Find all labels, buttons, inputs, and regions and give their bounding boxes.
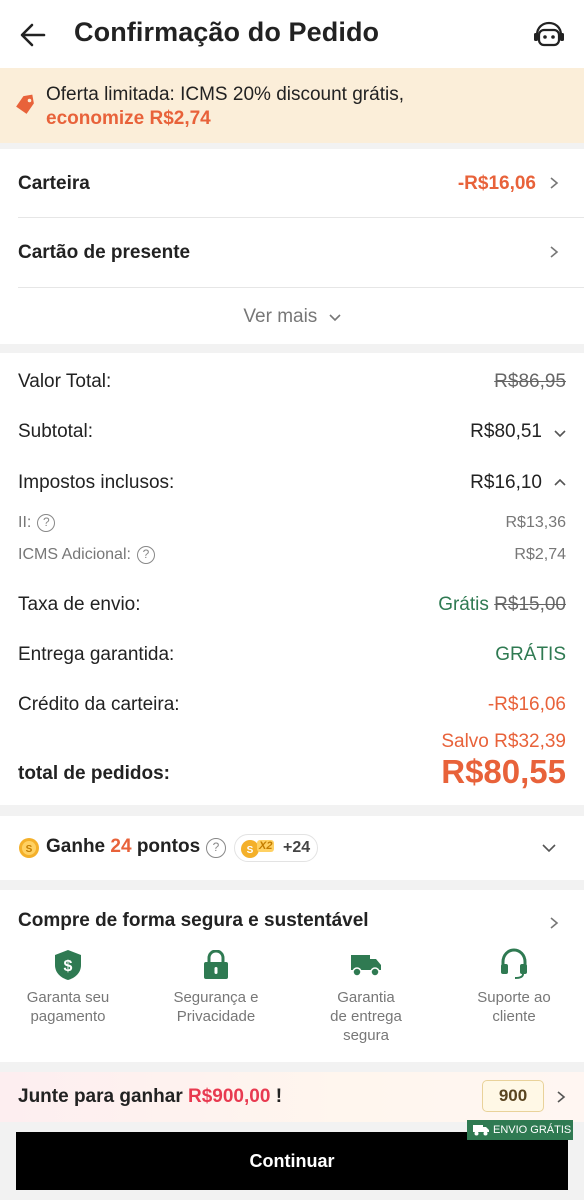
wallet-credit-value: -R$16,06 xyxy=(487,694,566,715)
help-icon[interactable]: ? xyxy=(136,546,155,564)
feature-label: pagamento xyxy=(30,1008,106,1025)
saved-text: Salvo R$32,39 xyxy=(441,731,566,752)
shipping-label: Taxa de envio: xyxy=(18,594,141,615)
help-icon[interactable]: ? xyxy=(206,838,226,858)
gift-card-row[interactable]: Cartão de presente xyxy=(0,218,584,286)
points-bonus: +24 xyxy=(283,839,311,856)
coin-icon: S xyxy=(19,838,39,858)
ii-value: R$13,36 xyxy=(505,514,567,531)
ii-label: II: xyxy=(18,514,32,532)
feature-privacy: Segurança e Privacidade xyxy=(143,946,289,1026)
chevron-down-icon[interactable] xyxy=(542,842,556,854)
feature-label: Segurança e xyxy=(173,989,259,1006)
coupon-badge: 900 xyxy=(482,1080,544,1112)
taxes-row[interactable]: Impostos inclusos: R$16,10 xyxy=(18,472,566,502)
feature-label: Suporte ao xyxy=(477,989,551,1006)
points-prefix: Ganhe xyxy=(46,836,106,857)
guaranteed-delivery-row: Entrega garantida: GRÁTIS xyxy=(18,644,566,674)
feature-label: Garanta seu xyxy=(26,989,110,1006)
chevron-right-icon xyxy=(550,246,559,258)
svg-text:S: S xyxy=(26,844,33,855)
shipping-row: Taxa de envio: Grátis R$15,00 xyxy=(18,594,566,624)
join-suffix: ! xyxy=(275,1086,283,1107)
feature-support: Suporte ao cliente xyxy=(441,946,584,1026)
price-tag-icon xyxy=(16,94,34,114)
subtotal-label: Subtotal: xyxy=(18,421,93,442)
shipping-original: R$15,00 xyxy=(494,594,566,615)
feature-label: Garantia xyxy=(337,989,395,1006)
feature-label: de entrega xyxy=(330,1008,402,1025)
continue-button[interactable]: Continuar xyxy=(16,1132,568,1190)
points-suffix: pontos xyxy=(136,836,201,857)
chevron-right-icon xyxy=(550,177,559,189)
join-to-earn-banner[interactable]: Junte para ganhar R$900,00 ! 900 xyxy=(0,1072,584,1122)
wallet-credit-row: Crédito da carteira: -R$16,06 xyxy=(18,694,566,724)
page-title: Confirmação do Pedido xyxy=(74,17,380,47)
wallet-row[interactable]: Carteira -R$16,06 xyxy=(0,149,584,217)
see-more-button[interactable]: Ver mais xyxy=(0,306,584,328)
icms-tax-row: ICMS Adicional:? R$2,74 xyxy=(18,546,566,576)
wallet-value: -R$16,06 xyxy=(457,173,536,194)
taxes-value: R$16,10 xyxy=(470,472,542,493)
points-count: 24 xyxy=(110,836,132,857)
guaranteed-label: Entrega garantida: xyxy=(18,644,175,665)
wallet-credit-label: Crédito da carteira: xyxy=(18,694,180,715)
see-more-label: Ver mais xyxy=(243,306,318,327)
chevron-right-icon[interactable] xyxy=(556,1091,566,1103)
points-badge: S X2 +24 xyxy=(234,834,318,862)
total-value-row: Valor Total: R$86,95 xyxy=(18,371,566,401)
free-shipping-label: ENVIO GRÁTIS xyxy=(493,1124,572,1136)
help-icon[interactable]: ? xyxy=(37,514,56,532)
top-bar: Confirmação do Pedido xyxy=(0,0,584,68)
points-card[interactable]: S Ganhe 24 pontos ? S X2 +24 xyxy=(0,816,584,880)
chevron-up-icon[interactable] xyxy=(554,477,566,489)
points-multiplier: X2 xyxy=(257,840,275,852)
payment-options-card: Carteira -R$16,06 Cartão de presente Ver… xyxy=(0,149,584,344)
chevron-down-icon xyxy=(329,314,341,322)
icms-label: ICMS Adicional: xyxy=(18,546,131,564)
feature-label: segura xyxy=(343,1027,389,1044)
feature-payment: Garanta seu pagamento xyxy=(0,946,141,1026)
divider xyxy=(18,287,584,288)
secure-title: Compre de forma segura e sustentável xyxy=(18,910,369,931)
total-value-label: Valor Total: xyxy=(18,371,112,392)
total-value: R$86,95 xyxy=(494,371,566,392)
free-shipping-ribbon: ENVIO GRÁTIS xyxy=(467,1120,573,1140)
chevron-right-icon[interactable] xyxy=(548,917,560,929)
order-total-label: total de pedidos: xyxy=(18,763,170,784)
promo-banner: Oferta limitada: ICMS 20% discount gráti… xyxy=(0,68,584,143)
robot-support-icon[interactable] xyxy=(532,20,566,50)
delivery-truck-icon xyxy=(473,1125,489,1136)
chevron-down-icon[interactable] xyxy=(554,427,566,439)
wallet-label: Carteira xyxy=(18,173,90,194)
order-total-row: total de pedidos: R$80,55 xyxy=(18,753,566,797)
svg-text:S: S xyxy=(247,845,254,856)
subtotal-value: R$80,51 xyxy=(470,421,542,442)
feature-delivery: Garantia de entrega segura xyxy=(293,946,439,1045)
feature-label: Privacidade xyxy=(176,1008,256,1025)
join-prefix: Junte para ganhar xyxy=(18,1086,183,1107)
taxes-label: Impostos inclusos: xyxy=(18,472,175,493)
arrow-left-icon[interactable] xyxy=(18,20,48,50)
ii-tax-row: II:? R$13,36 xyxy=(18,514,566,544)
promo-text: Oferta limitada: ICMS 20% discount gráti… xyxy=(46,84,404,105)
order-total-value: R$80,55 xyxy=(441,753,566,790)
guaranteed-value: GRÁTIS xyxy=(495,644,566,665)
promo-savings: economize R$2,74 xyxy=(46,108,211,129)
shipping-free: Grátis xyxy=(438,594,489,615)
order-summary-card: Valor Total: R$86,95 Subtotal: R$80,51 I… xyxy=(0,353,584,805)
subtotal-row[interactable]: Subtotal: R$80,51 xyxy=(18,421,566,451)
gift-card-label: Cartão de presente xyxy=(18,242,191,263)
join-amount: R$900,00 xyxy=(188,1086,271,1107)
feature-label: cliente xyxy=(492,1008,536,1025)
icms-value: R$2,74 xyxy=(514,546,566,563)
